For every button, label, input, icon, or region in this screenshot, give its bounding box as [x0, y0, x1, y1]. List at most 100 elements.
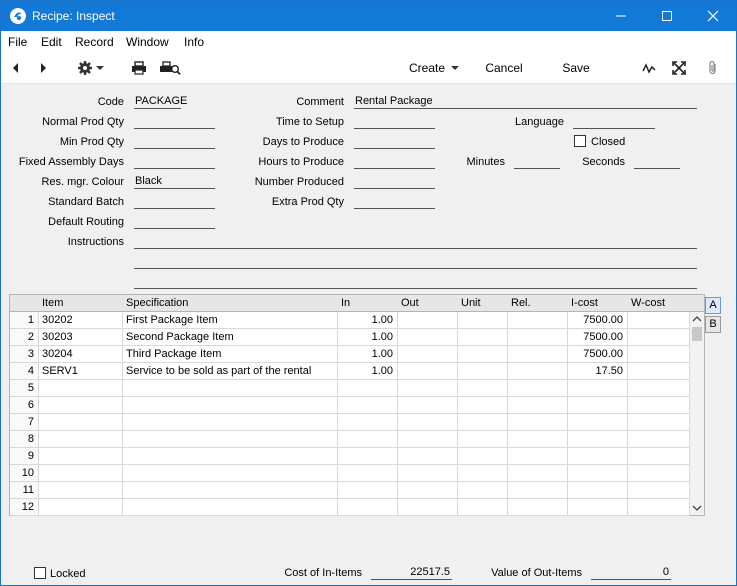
rel-cell[interactable]: [508, 363, 568, 379]
menu-edit[interactable]: Edit: [41, 35, 62, 49]
instructions-line-1[interactable]: [134, 235, 697, 249]
icost-cell[interactable]: [568, 448, 628, 464]
out-cell[interactable]: [398, 363, 458, 379]
specification-cell[interactable]: [123, 431, 338, 447]
table-row[interactable]: 12: [10, 499, 690, 516]
close-button[interactable]: [690, 1, 736, 31]
activity-button[interactable]: [639, 52, 659, 84]
in-cell[interactable]: 1.00: [338, 312, 398, 328]
instructions-line-2[interactable]: [134, 255, 697, 269]
out-cell[interactable]: [398, 312, 458, 328]
previous-record-button[interactable]: [7, 52, 25, 84]
item-cell[interactable]: 30203: [39, 329, 123, 345]
wcost-cell[interactable]: [628, 414, 690, 430]
item-cell[interactable]: [39, 414, 123, 430]
out-cell[interactable]: [398, 482, 458, 498]
in-cell[interactable]: [338, 414, 398, 430]
specification-cell[interactable]: [123, 499, 338, 515]
code-field[interactable]: PACKAGE: [134, 95, 187, 109]
tab-a[interactable]: A: [705, 297, 721, 314]
out-cell[interactable]: [398, 499, 458, 515]
wcost-cell[interactable]: [628, 482, 690, 498]
fixed-assembly-days-field[interactable]: [134, 155, 215, 169]
table-row[interactable]: 11: [10, 482, 690, 499]
seconds-field[interactable]: [634, 155, 680, 169]
wcost-cell[interactable]: [628, 431, 690, 447]
table-row[interactable]: 1 30202 First Package Item 1.00 7500.00: [10, 312, 690, 329]
locked-checkbox[interactable]: [34, 567, 46, 579]
item-cell[interactable]: 30202: [39, 312, 123, 328]
specification-cell[interactable]: [123, 380, 338, 396]
menu-file[interactable]: File: [8, 35, 27, 49]
in-cell[interactable]: [338, 465, 398, 481]
in-cell[interactable]: [338, 380, 398, 396]
wcost-cell[interactable]: [628, 448, 690, 464]
out-cell[interactable]: [398, 448, 458, 464]
operations-menu-button[interactable]: [73, 52, 107, 84]
wcost-cell[interactable]: [628, 465, 690, 481]
rel-cell[interactable]: [508, 346, 568, 362]
attachment-button[interactable]: [703, 52, 723, 84]
language-field[interactable]: [573, 115, 655, 129]
rel-cell[interactable]: [508, 414, 568, 430]
closed-checkbox[interactable]: [574, 135, 586, 147]
rel-cell[interactable]: [508, 482, 568, 498]
unit-cell[interactable]: [458, 312, 508, 328]
unit-cell[interactable]: [458, 499, 508, 515]
in-cell[interactable]: [338, 482, 398, 498]
unit-cell[interactable]: [458, 431, 508, 447]
item-cell[interactable]: [39, 465, 123, 481]
icost-cell[interactable]: [568, 414, 628, 430]
item-cell[interactable]: [39, 499, 123, 515]
item-cell[interactable]: [39, 448, 123, 464]
table-row[interactable]: 6: [10, 397, 690, 414]
out-cell[interactable]: [398, 431, 458, 447]
scroll-up-icon[interactable]: [690, 313, 704, 325]
unit-cell[interactable]: [458, 329, 508, 345]
unit-cell[interactable]: [458, 397, 508, 413]
in-cell[interactable]: [338, 448, 398, 464]
in-cell[interactable]: [338, 431, 398, 447]
unit-cell[interactable]: [458, 363, 508, 379]
rel-cell[interactable]: [508, 448, 568, 464]
minimize-button[interactable]: [598, 1, 644, 31]
icost-cell[interactable]: 7500.00: [568, 312, 628, 328]
menu-window[interactable]: Window: [126, 35, 169, 49]
unit-cell[interactable]: [458, 482, 508, 498]
specification-cell[interactable]: First Package Item: [123, 312, 338, 328]
default-routing-field[interactable]: [134, 215, 215, 229]
icost-cell[interactable]: [568, 380, 628, 396]
grid-scrollbar[interactable]: [690, 312, 704, 515]
out-cell[interactable]: [398, 346, 458, 362]
icost-cell[interactable]: [568, 431, 628, 447]
item-cell[interactable]: [39, 431, 123, 447]
extra-prod-qty-field[interactable]: [354, 195, 435, 209]
specification-cell[interactable]: [123, 482, 338, 498]
item-cell[interactable]: [39, 397, 123, 413]
icost-cell[interactable]: [568, 499, 628, 515]
out-cell[interactable]: [398, 414, 458, 430]
normal-prod-qty-field[interactable]: [134, 115, 215, 129]
number-produced-field[interactable]: [354, 175, 435, 189]
out-cell[interactable]: [398, 380, 458, 396]
wcost-cell[interactable]: [628, 329, 690, 345]
wcost-cell[interactable]: [628, 499, 690, 515]
table-row[interactable]: 4 SERV1 Service to be sold as part of the …: [10, 363, 690, 380]
specification-cell[interactable]: Second Package Item: [123, 329, 338, 345]
days-to-produce-field[interactable]: [354, 135, 435, 149]
out-cell[interactable]: [398, 329, 458, 345]
rel-cell[interactable]: [508, 312, 568, 328]
icost-cell[interactable]: 17.50: [568, 363, 628, 379]
unit-cell[interactable]: [458, 465, 508, 481]
table-row[interactable]: 5: [10, 380, 690, 397]
icost-cell[interactable]: [568, 397, 628, 413]
table-row[interactable]: 10: [10, 465, 690, 482]
icost-cell[interactable]: [568, 482, 628, 498]
comment-field[interactable]: Rental Package: [354, 95, 697, 109]
unit-cell[interactable]: [458, 448, 508, 464]
rel-cell[interactable]: [508, 380, 568, 396]
item-cell[interactable]: [39, 380, 123, 396]
menu-record[interactable]: Record: [75, 35, 114, 49]
icost-cell[interactable]: [568, 465, 628, 481]
min-prod-qty-field[interactable]: [134, 135, 215, 149]
